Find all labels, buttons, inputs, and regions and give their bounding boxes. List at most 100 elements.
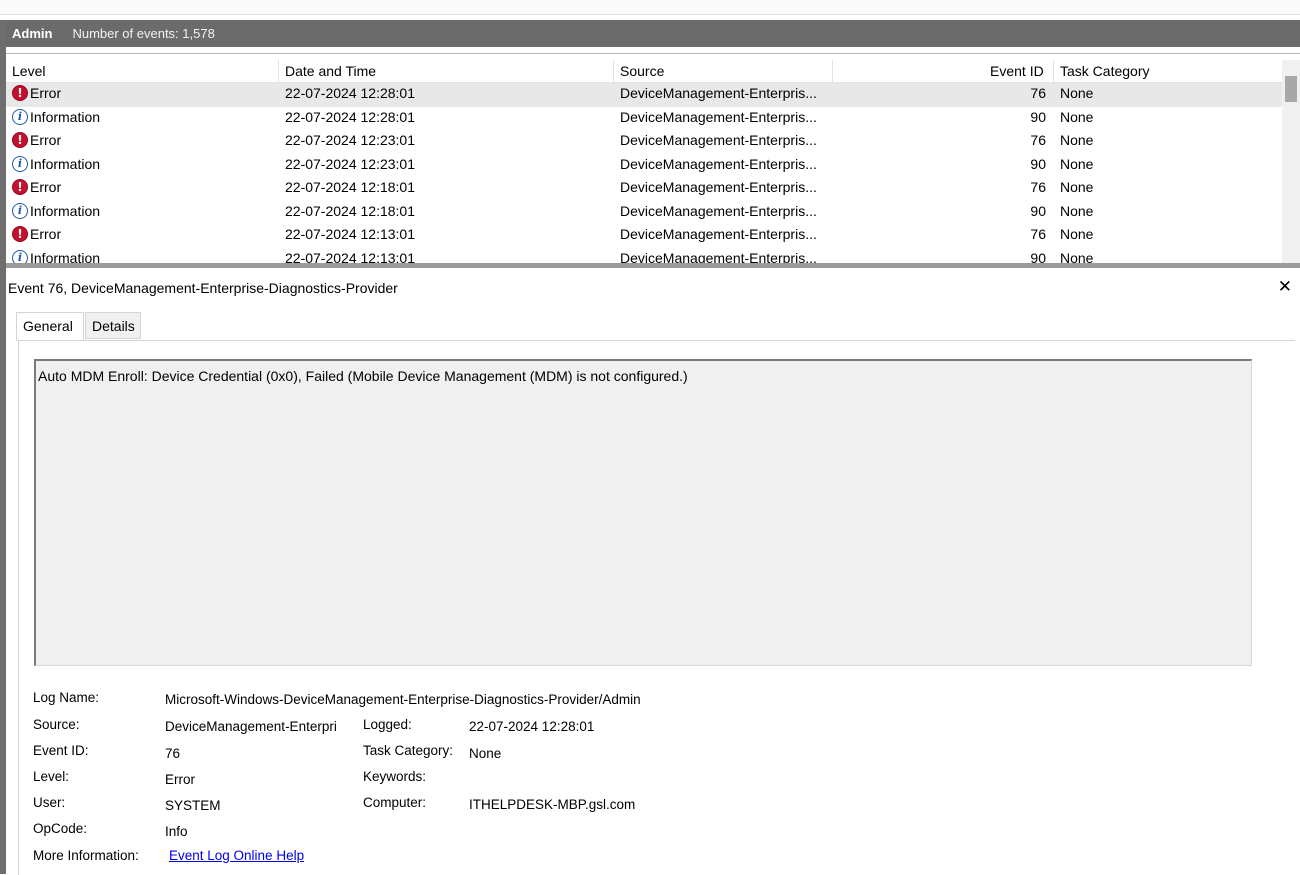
event-message: Auto MDM Enroll: Device Credential (0x0)… <box>38 368 688 384</box>
table-row[interactable]: ! Error 22-07-2024 12:23:01 DeviceManagem… <box>6 130 1282 154</box>
information-icon: i <box>12 155 28 172</box>
row-task-category: None <box>1060 108 1094 125</box>
error-icon: ! <box>12 85 28 101</box>
table-row[interactable]: ! Error 22-07-2024 12:18:01 DeviceManagem… <box>6 177 1282 201</box>
row-source: DeviceManagement-Enterpris... <box>620 155 817 172</box>
row-level: Information <box>30 108 101 125</box>
label-source: Source: <box>33 717 80 732</box>
row-event-id: 90 <box>1030 155 1046 172</box>
row-level: Information <box>30 155 101 172</box>
row-event-id: 76 <box>1030 132 1046 148</box>
value-user: SYSTEM <box>165 798 221 813</box>
row-source: DeviceManagement-Enterpris... <box>620 249 817 265</box>
row-date: 22-07-2024 12:13:01 <box>285 249 415 265</box>
row-date: 22-07-2024 12:28:01 <box>285 108 415 125</box>
row-source: DeviceManagement-Enterpris... <box>620 85 817 101</box>
log-title: Admin <box>12 26 53 41</box>
row-task-category: None <box>1060 249 1094 265</box>
row-task-category: None <box>1060 132 1094 148</box>
column-divider[interactable] <box>613 60 614 82</box>
log-header-bar: Admin Number of events: 1,578 <box>6 20 1300 47</box>
row-source: DeviceManagement-Enterpris... <box>620 202 817 219</box>
row-level: Error <box>30 226 62 242</box>
label-level: Level: <box>33 769 70 784</box>
value-opcode: Info <box>165 824 188 839</box>
column-divider[interactable] <box>278 60 279 82</box>
value-event-id: 76 <box>165 746 181 761</box>
row-event-id: 90 <box>1030 249 1046 265</box>
value-computer: ITHELPDESK-MBP.gsl.com <box>469 797 636 812</box>
row-date: 22-07-2024 12:18:01 <box>285 179 415 195</box>
label-task-category: Task Category: <box>363 743 454 758</box>
row-task-category: None <box>1060 85 1094 101</box>
event-log-online-help-link[interactable]: Event Log Online Help <box>169 848 304 863</box>
information-icon: i <box>12 249 28 264</box>
row-task-category: None <box>1060 226 1094 242</box>
column-header-level[interactable]: Level <box>12 63 45 79</box>
tab-general[interactable]: General <box>16 312 84 341</box>
event-detail-title: Event 76, DeviceManagement-Enterprise-Di… <box>8 280 398 296</box>
error-icon: ! <box>12 132 28 148</box>
pane-splitter[interactable] <box>6 263 1300 268</box>
row-date: 22-07-2024 12:23:01 <box>285 132 415 148</box>
row-event-id: 90 <box>1030 202 1046 219</box>
event-detail-header: Event 76, DeviceManagement-Enterprise-Di… <box>6 276 1300 302</box>
column-header-source[interactable]: Source <box>620 63 664 79</box>
row-level: Error <box>30 132 62 148</box>
close-icon[interactable]: ✕ <box>1278 277 1292 297</box>
label-computer: Computer: <box>363 795 427 810</box>
row-source: DeviceManagement-Enterpris... <box>620 132 817 148</box>
event-rows: ! Error 22-07-2024 12:28:01 DeviceManagem… <box>6 83 1282 264</box>
row-event-id: 76 <box>1030 179 1046 195</box>
row-date: 22-07-2024 12:18:01 <box>285 202 415 219</box>
row-date: 22-07-2024 12:28:01 <box>285 85 415 101</box>
row-task-category: None <box>1060 179 1094 195</box>
event-list[interactable]: Level Date and Time Source Event ID Task… <box>6 53 1300 264</box>
label-event-id: Event ID: <box>33 743 89 758</box>
scrollbar-thumb[interactable] <box>1285 76 1297 102</box>
column-header-event-id[interactable]: Event ID <box>990 63 1044 79</box>
label-opcode: OpCode: <box>33 821 88 836</box>
information-icon: i <box>12 108 28 125</box>
row-source: DeviceManagement-Enterpris... <box>620 108 817 125</box>
row-source: DeviceManagement-Enterpris... <box>620 179 817 195</box>
row-task-category: None <box>1060 202 1094 219</box>
label-log-name: Log Name: <box>33 690 100 705</box>
label-keywords: Keywords: <box>363 769 427 784</box>
label-more-information: More Information: <box>33 848 139 863</box>
error-icon: ! <box>12 226 28 242</box>
table-row[interactable]: i Information 22-07-2024 12:13:01 DeviceM… <box>6 248 1282 265</box>
tab-details[interactable]: Details <box>85 312 141 339</box>
row-level: Error <box>30 179 62 195</box>
column-divider[interactable] <box>832 60 833 82</box>
table-row[interactable]: i Information 22-07-2024 12:18:01 DeviceM… <box>6 201 1282 225</box>
event-list-header: Level Date and Time Source Event ID Task… <box>6 60 1282 83</box>
window-top-strip <box>0 0 1300 15</box>
row-date: 22-07-2024 12:13:01 <box>285 226 415 242</box>
row-event-id: 90 <box>1030 108 1046 125</box>
table-row[interactable]: ! Error 22-07-2024 12:13:01 DeviceManagem… <box>6 224 1282 248</box>
table-row[interactable]: ! Error 22-07-2024 12:28:01 DeviceManagem… <box>6 83 1282 107</box>
table-row[interactable]: i Information 22-07-2024 12:28:01 DeviceM… <box>6 107 1282 131</box>
row-event-id: 76 <box>1030 85 1046 101</box>
row-event-id: 76 <box>1030 226 1046 242</box>
table-row[interactable]: i Information 22-07-2024 12:23:01 DeviceM… <box>6 154 1282 178</box>
event-list-scrollbar[interactable] <box>1282 60 1300 264</box>
error-icon: ! <box>12 179 28 195</box>
row-level: Information <box>30 202 101 219</box>
row-level: Error <box>30 85 62 101</box>
row-date: 22-07-2024 12:23:01 <box>285 155 415 172</box>
column-divider[interactable] <box>1053 60 1054 82</box>
label-user: User: <box>33 795 66 810</box>
row-task-category: None <box>1060 155 1094 172</box>
column-header-date[interactable]: Date and Time <box>285 63 376 79</box>
row-level: Information <box>30 249 101 265</box>
value-task-category: None <box>469 746 502 761</box>
event-message-box[interactable]: Auto MDM Enroll: Device Credential (0x0)… <box>34 359 1252 666</box>
event-count: Number of events: 1,578 <box>72 26 215 41</box>
value-log-name: Microsoft-Windows-DeviceManagement-Enter… <box>165 692 641 707</box>
information-icon: i <box>12 202 28 219</box>
column-header-task-category[interactable]: Task Category <box>1060 63 1149 79</box>
value-logged: 22-07-2024 12:28:01 <box>469 719 595 734</box>
row-source: DeviceManagement-Enterpris... <box>620 226 817 242</box>
